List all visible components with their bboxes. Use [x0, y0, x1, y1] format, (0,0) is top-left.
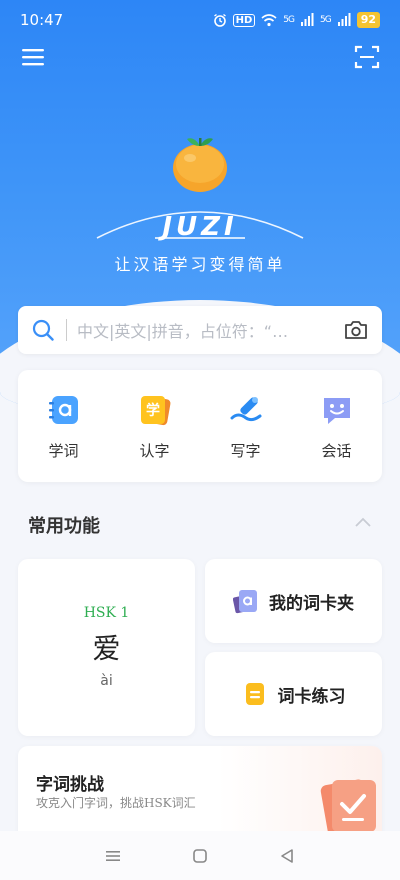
quick-label: 会话 [321, 441, 352, 460]
menu-icon[interactable] [20, 44, 46, 70]
word-hanzi: 爱 [92, 632, 121, 665]
signal-icon-1 [300, 13, 314, 26]
practice-card-icon [245, 683, 264, 705]
word-level: HSK 1 [83, 605, 130, 621]
word-pinyin: ài [100, 673, 113, 689]
letter-a-book-icon [48, 395, 78, 424]
challenge-title: 字词挑战 [36, 775, 104, 795]
status-icons: HD 5G 5G 92 [213, 12, 380, 28]
alarm-icon [213, 13, 226, 27]
signal-label-2: 5G [319, 15, 332, 25]
recent-apps-icon[interactable] [104, 847, 122, 865]
section-title: 常用功能 [28, 516, 100, 537]
card-practice-button[interactable]: 词卡练习 [205, 652, 382, 736]
quick-item-xueci[interactable]: 学词 [29, 392, 99, 461]
back-icon[interactable] [278, 847, 296, 865]
battery-level: 92 [356, 12, 380, 28]
quick-label: 学词 [48, 441, 79, 460]
camera-icon[interactable] [344, 319, 368, 341]
brand-name: JUZI [162, 212, 238, 242]
status-time: 10:47 [20, 11, 64, 29]
quick-label: 认字 [139, 441, 170, 460]
chevron-up-icon[interactable] [354, 516, 372, 528]
home-icon[interactable] [191, 847, 209, 865]
search-bar[interactable]: 中文|英文|拼音，占位符：“… [18, 306, 382, 354]
search-icon[interactable] [32, 319, 54, 341]
wifi-icon [261, 14, 277, 27]
word-card[interactable]: HSK 1 爱 ài [18, 559, 195, 736]
search-input[interactable]: 中文|英文|拼音，占位符：“… [77, 318, 344, 342]
card-folder-icon [233, 590, 257, 614]
quick-item-xiezi[interactable]: 写字 [211, 392, 281, 461]
quick-menu: 学词 学 认字 写字 会话 [18, 370, 382, 482]
xue-cards-icon: 学 [140, 395, 170, 425]
search-divider [66, 319, 67, 341]
fn-label: 我的词卡夹 [269, 593, 354, 614]
pen-icon [230, 396, 261, 421]
scan-icon[interactable] [354, 44, 380, 70]
signal-label-1: 5G [283, 15, 295, 25]
fn-label: 词卡练习 [277, 686, 346, 707]
system-nav-bar [0, 831, 400, 880]
quick-item-renzi[interactable]: 学 认字 [120, 392, 190, 461]
quick-item-huihua[interactable]: 会话 [302, 392, 372, 461]
signal-icon-2 [337, 13, 351, 26]
status-bar: 10:47 HD 5G 5G 92 [0, 0, 400, 40]
slogan: 让汉语学习变得简单 [114, 255, 286, 274]
hd-badge: HD [232, 13, 256, 27]
svg-text:学: 学 [146, 402, 160, 419]
challenge-subtitle: 攻克入门字词，挑战HSK词汇 [36, 796, 196, 810]
chat-smile-icon [323, 397, 350, 424]
quick-label: 写字 [230, 441, 261, 460]
card-folder-button[interactable]: 我的词卡夹 [205, 559, 382, 643]
orange-fruit-icon [173, 138, 227, 192]
